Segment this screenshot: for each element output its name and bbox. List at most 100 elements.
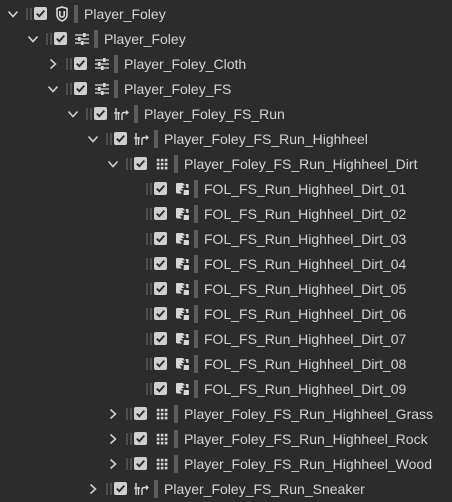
chevron-right-icon[interactable] [86,482,100,496]
include-checkbox[interactable] [54,32,67,45]
tree-item-label: Player_Foley_FS_Run_Highheel [164,130,368,147]
tree-row[interactable]: Player_Foley_FS [0,76,452,101]
tree-row[interactable]: FOL_FS_Run_Highheel_Dirt_07 [0,326,452,351]
drag-handle-icon[interactable] [126,407,132,421]
tree-row[interactable]: FOL_FS_Run_Highheel_Dirt_01 [0,176,452,201]
include-checkbox[interactable] [154,182,167,195]
color-tag-bar [194,354,198,373]
drag-handle-icon[interactable] [126,457,132,471]
drag-handle-icon[interactable] [146,357,152,371]
tree-item-label: FOL_FS_Run_Highheel_Dirt_08 [204,355,407,372]
chevron-down-icon[interactable] [26,32,40,46]
sound-sfx-icon [174,356,190,372]
color-tag-bar [174,154,178,173]
chevron-right-icon[interactable] [106,432,120,446]
tree-row[interactable]: FOL_FS_Run_Highheel_Dirt_09 [0,376,452,401]
sound-sfx-icon [174,181,190,197]
tree-item-label: FOL_FS_Run_Highheel_Dirt_06 [204,305,407,322]
include-checkbox[interactable] [74,82,87,95]
include-checkbox[interactable] [134,432,147,445]
drag-handle-icon[interactable] [66,57,72,71]
include-checkbox[interactable] [114,132,127,145]
include-checkbox[interactable] [154,382,167,395]
drag-handle-icon[interactable] [86,107,92,121]
color-tag-bar [174,454,178,473]
drag-handle-icon[interactable] [26,7,32,21]
chevron-down-icon[interactable] [6,7,20,21]
include-checkbox[interactable] [154,232,167,245]
drag-handle-icon[interactable] [126,432,132,446]
drag-handle-icon[interactable] [146,332,152,346]
tree-row[interactable]: Player_Foley_FS_Run_Highheel_Grass [0,401,452,426]
color-tag-bar [194,204,198,223]
drag-handle-icon[interactable] [46,32,52,46]
include-checkbox[interactable] [154,357,167,370]
tree-row[interactable]: Player_Foley [0,1,452,26]
include-checkbox[interactable] [134,457,147,470]
include-checkbox[interactable] [154,257,167,270]
include-checkbox[interactable] [94,107,107,120]
chevron-down-icon[interactable] [86,132,100,146]
color-tag-bar [194,304,198,323]
actor-mixer-icon [54,5,70,22]
tree-item-label: Player_Foley [104,30,186,47]
tree-item-label: Player_Foley_FS [124,80,232,97]
include-checkbox[interactable] [114,482,127,495]
color-tag-bar [174,429,178,448]
tree-row[interactable]: FOL_FS_Run_Highheel_Dirt_08 [0,351,452,376]
color-tag-bar [194,254,198,273]
chevron-down-icon[interactable] [106,157,120,171]
tree-item-label: FOL_FS_Run_Highheel_Dirt_01 [204,180,407,197]
drag-handle-icon[interactable] [106,482,112,496]
chevron-right-icon[interactable] [106,407,120,421]
tree-row[interactable]: FOL_FS_Run_Highheel_Dirt_04 [0,251,452,276]
tree-row[interactable]: Player_Foley_FS_Run_Sneaker [0,476,452,501]
sliders-icon [94,56,110,72]
chevron-down-icon[interactable] [66,107,80,121]
drag-handle-icon[interactable] [146,382,152,396]
sliders-icon [94,81,110,97]
switch-container-icon [114,106,130,122]
switch-container-icon [134,481,150,497]
include-checkbox[interactable] [34,7,47,20]
drag-handle-icon[interactable] [146,232,152,246]
tree-row[interactable]: Player_Foley_FS_Run [0,101,452,126]
tree-row[interactable]: Player_Foley_FS_Run_Highheel_Wood [0,451,452,476]
include-checkbox[interactable] [154,307,167,320]
tree-row[interactable]: FOL_FS_Run_Highheel_Dirt_06 [0,301,452,326]
tree-row[interactable]: Player_Foley_FS_Run_Highheel_Dirt [0,151,452,176]
random-container-icon [154,431,170,447]
drag-handle-icon[interactable] [146,257,152,271]
tree-row[interactable]: FOL_FS_Run_Highheel_Dirt_03 [0,226,452,251]
chevron-down-icon[interactable] [46,82,60,96]
tree-item-label: FOL_FS_Run_Highheel_Dirt_07 [204,330,407,347]
tree-row[interactable]: Player_Foley [0,26,452,51]
tree-row[interactable]: Player_Foley_FS_Run_Highheel_Rock [0,426,452,451]
include-checkbox[interactable] [74,57,87,70]
drag-handle-icon[interactable] [146,182,152,196]
tree-row[interactable]: FOL_FS_Run_Highheel_Dirt_02 [0,201,452,226]
include-checkbox[interactable] [154,332,167,345]
drag-handle-icon[interactable] [126,157,132,171]
chevron-right-icon[interactable] [46,57,60,71]
include-checkbox[interactable] [134,407,147,420]
drag-handle-icon[interactable] [146,282,152,296]
tree-item-label: Player_Foley_FS_Run_Highheel_Wood [184,455,433,472]
drag-handle-icon[interactable] [106,132,112,146]
project-explorer-tree: Player_Foley Player_Foley Player_Foley_Clo… [0,0,452,502]
tree-item-label: Player_Foley_FS_Run [144,105,285,122]
tree-row[interactable]: Player_Foley_Cloth [0,51,452,76]
tree-item-label: Player_Foley_FS_Run_Sneaker [164,480,365,497]
drag-handle-icon[interactable] [146,207,152,221]
include-checkbox[interactable] [154,207,167,220]
chevron-right-icon[interactable] [106,457,120,471]
tree-row[interactable]: Player_Foley_FS_Run_Highheel [0,126,452,151]
drag-handle-icon[interactable] [146,307,152,321]
switch-container-icon [134,131,150,147]
drag-handle-icon[interactable] [66,82,72,96]
color-tag-bar [194,279,198,298]
tree-row[interactable]: FOL_FS_Run_Highheel_Dirt_05 [0,276,452,301]
color-tag-bar [114,54,118,73]
include-checkbox[interactable] [134,157,147,170]
include-checkbox[interactable] [154,282,167,295]
